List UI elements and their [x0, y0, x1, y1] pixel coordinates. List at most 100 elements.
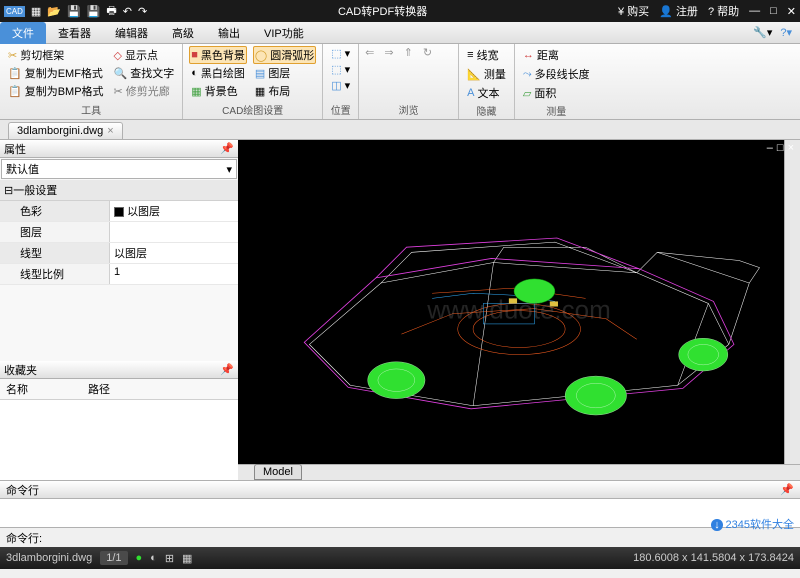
nav-refresh-icon: ↻	[423, 46, 432, 59]
settings-icon[interactable]: 🔧▾	[753, 26, 772, 39]
command-header: 命令行 📌	[0, 481, 800, 499]
status-icon-4[interactable]: ▦	[182, 552, 192, 565]
fav-col-name[interactable]: 名称	[6, 381, 28, 397]
pos-2-button[interactable]: ⬚ ▾	[329, 62, 352, 77]
undo-icon[interactable]: ↶	[123, 5, 132, 18]
properties-panel: 属性 📌 默认值▾ ⊟ 一般设置 色彩 以图层 图层 线型以图层 线型比例1 收…	[0, 140, 238, 480]
status-page[interactable]: 1/1	[100, 551, 127, 565]
ribbon-group-cad-settings: ■黑色背景 ◐黑白绘图 ▦背景色 ◯圆滑弧形 ▤图层 ▦布局 CAD绘图设置	[183, 44, 323, 119]
nav-fwd-icon: ⇒	[384, 46, 393, 59]
print-icon[interactable]: 🖶	[106, 2, 116, 21]
menu-output[interactable]: 输出	[206, 22, 252, 44]
bg-color-button[interactable]: ▦背景色	[189, 82, 247, 100]
properties-header: 属性 📌	[0, 140, 238, 158]
new-icon[interactable]: ▦	[31, 5, 41, 18]
bw-drawing-button[interactable]: ◐黑白绘图	[189, 64, 247, 82]
layers-button[interactable]: ▤图层	[253, 64, 316, 82]
viewport-minimize-icon[interactable]: –	[767, 142, 773, 154]
vertical-scrollbar[interactable]	[784, 140, 800, 464]
default-dropdown[interactable]: 默认值▾	[1, 159, 237, 179]
fav-pin-icon[interactable]: 📌	[220, 363, 234, 376]
copy-emf-button[interactable]: 📋复制为EMF格式	[6, 64, 106, 82]
prop-row-linetype[interactable]: 线型以图层	[0, 243, 238, 264]
menu-advanced[interactable]: 高级	[160, 22, 206, 44]
trim-layer-button[interactable]: ✂修剪光廊	[112, 82, 177, 100]
black-bg-button[interactable]: ■黑色背景	[189, 46, 247, 64]
viewport-close-icon[interactable]: ×	[788, 142, 794, 154]
horizontal-scrollbar[interactable]: Model	[238, 464, 800, 480]
prop-row-linetype-scale[interactable]: 线型比例1	[0, 264, 238, 285]
minimize-icon[interactable]: —	[749, 5, 760, 17]
open-icon[interactable]: 📂	[47, 5, 61, 18]
menu-viewer[interactable]: 查看器	[46, 22, 103, 44]
menu-bar: 文件 查看器 编辑器 高级 输出 VIP功能 🔧▾ ?▾	[0, 22, 800, 44]
show-points-button[interactable]: ◇显示点	[112, 46, 177, 64]
area-button[interactable]: ▱面积	[521, 84, 592, 102]
ribbon-label-hide: 隐藏	[465, 102, 508, 118]
ribbon-label-cad-settings: CAD绘图设置	[189, 101, 316, 117]
text-hide-button[interactable]: A文本	[465, 84, 508, 102]
find-text-button[interactable]: 🔍查找文字	[112, 64, 177, 82]
help-menu-icon[interactable]: ?▾	[780, 26, 792, 39]
status-icon-3[interactable]: ⊞	[165, 552, 174, 565]
polyline-length-button[interactable]: ⤳多段线长度	[521, 65, 592, 83]
pin-icon[interactable]: 📌	[220, 142, 234, 155]
close-icon[interactable]: ✕	[787, 5, 796, 18]
ribbon-label-tools: 工具	[6, 101, 176, 117]
crop-frame-button[interactable]: ✂剪切框架	[6, 46, 106, 64]
ribbon-group-position: ⬚ ▾ ⬚ ▾ ◫ ▾ 位置	[323, 44, 359, 119]
buy-button[interactable]: ¥ 购买	[618, 3, 649, 19]
ribbon-group-hide: ≡线宽 📐测量 A文本 隐藏	[459, 44, 515, 119]
ribbon-label-measure: 测量	[521, 102, 592, 118]
maximize-icon[interactable]: □	[770, 5, 777, 17]
layouts-button[interactable]: ▦布局	[253, 82, 316, 100]
ribbon: ✂剪切框架 📋复制为EMF格式 📋复制为BMP格式 ◇显示点 🔍查找文字 ✂修剪…	[0, 44, 800, 120]
status-icon-1[interactable]: ●	[136, 552, 143, 564]
viewport-maximize-icon[interactable]: □	[777, 142, 784, 154]
status-coords: 180.6008 x 141.5804 x 173.8424	[633, 552, 794, 564]
status-icon-2[interactable]: ◐	[150, 552, 157, 564]
pos-3-button[interactable]: ◫ ▾	[329, 78, 352, 93]
copy-bmp-button[interactable]: 📋复制为BMP格式	[6, 82, 106, 100]
saveall-icon[interactable]: 💾	[87, 5, 101, 18]
app-icon: CAD	[4, 6, 25, 17]
favorites-columns: 名称 路径	[0, 379, 238, 400]
viewport[interactable]: – □ ×	[238, 140, 800, 480]
prop-category-general[interactable]: ⊟ 一般设置	[0, 180, 238, 201]
favorites-header: 收藏夹 📌	[0, 361, 238, 379]
ribbon-label-position: 位置	[329, 101, 352, 117]
menu-vip[interactable]: VIP功能	[252, 22, 316, 44]
status-filename: 3dlamborgini.dwg	[6, 552, 92, 564]
ribbon-group-measure: ↔距离 ⤳多段线长度 ▱面积 测量	[515, 44, 598, 119]
file-tab-bar: 3dlamborgini.dwg ×	[0, 120, 800, 140]
register-button[interactable]: 👤 注册	[659, 3, 698, 19]
prop-row-layer[interactable]: 图层	[0, 222, 238, 243]
model-tab[interactable]: Model	[254, 464, 302, 480]
smooth-arc-button[interactable]: ◯圆滑弧形	[253, 46, 316, 64]
corner-logo: ↓ 2345软件大全	[711, 516, 794, 532]
status-bar: 3dlamborgini.dwg 1/1 ● ◐ ⊞ ▦ 180.6008 x …	[0, 547, 800, 569]
command-prompt: 命令行:	[6, 530, 42, 546]
redo-icon[interactable]: ↷	[138, 5, 147, 18]
save-icon[interactable]: 💾	[67, 5, 81, 18]
help-button[interactable]: ? 帮助	[708, 3, 739, 19]
distance-button[interactable]: ↔距离	[521, 46, 592, 64]
window-title: CAD转PDF转换器	[147, 3, 618, 19]
ribbon-group-browse: ⇐ ⇒ ⇑ ↻ 浏览	[359, 44, 459, 119]
file-tab[interactable]: 3dlamborgini.dwg ×	[8, 122, 123, 139]
menu-editor[interactable]: 编辑器	[103, 22, 160, 44]
cmd-pin-icon[interactable]: 📌	[780, 483, 794, 496]
menu-file[interactable]: 文件	[0, 22, 46, 44]
command-output[interactable]	[0, 499, 800, 527]
measure-hide-button[interactable]: 📐测量	[465, 65, 508, 83]
ribbon-group-tools: ✂剪切框架 📋复制为EMF格式 📋复制为BMP格式 ◇显示点 🔍查找文字 ✂修剪…	[0, 44, 183, 119]
fav-col-path[interactable]: 路径	[88, 381, 110, 397]
line-width-button[interactable]: ≡线宽	[465, 46, 508, 64]
pos-1-button[interactable]: ⬚ ▾	[329, 46, 352, 61]
file-tab-close-icon[interactable]: ×	[107, 125, 113, 137]
prop-row-color[interactable]: 色彩 以图层	[0, 201, 238, 222]
command-input[interactable]	[42, 532, 794, 544]
command-section: 命令行 📌 命令行:	[0, 480, 800, 547]
cad-model-wireframe	[248, 150, 780, 457]
nav-back-icon: ⇐	[365, 46, 374, 59]
